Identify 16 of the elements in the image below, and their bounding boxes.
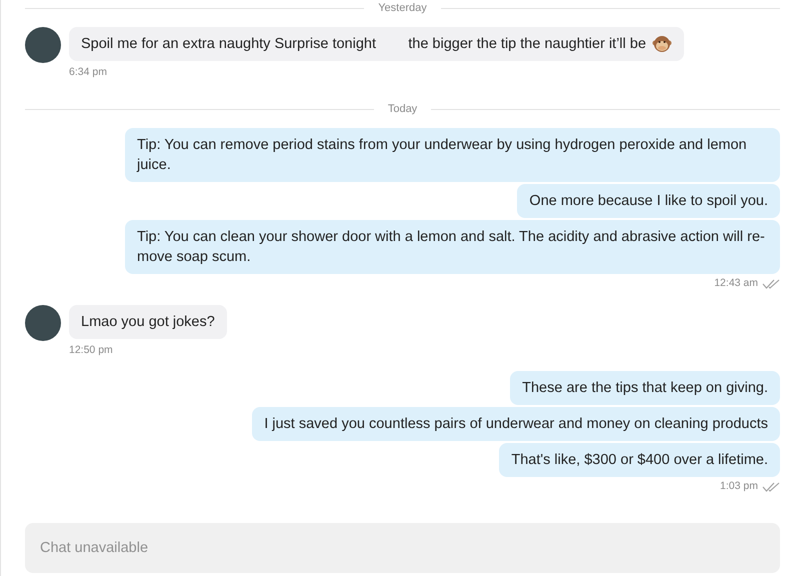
message-time: 12:43 am — [714, 276, 758, 291]
avatar-photo-placeholder — [25, 304, 61, 340]
date-divider-label: Today — [388, 102, 418, 118]
message-bubble: Tip: You can remove period stains from your underwear by using hydrogen peroxide and lemon juice. — [125, 128, 780, 182]
message-bubble: These are the tips that keep on giving. — [510, 371, 780, 406]
message-time: 6:34 pm — [69, 64, 107, 80]
message-time: 1:03 pm — [720, 479, 758, 494]
date-divider-label: Yesterday — [378, 1, 427, 16]
message-bubble: One more because I like to spoil you. — [517, 184, 780, 218]
message-bubble: Tip: You can clean your shower door with a lemon and salt. The acidity and abrasive action will re-move soap scum. — [125, 220, 780, 274]
message-bubble: I just saved you countless pairs of underwear and money on cleaning products — [252, 407, 780, 442]
avatar-photo-placeholder — [25, 26, 61, 62]
message-time: 12:50 pm — [69, 342, 113, 358]
message-bubble: That's like, $300 or $400 over a lifetime. — [499, 443, 780, 478]
message-bubble: Spoil me for an extra naughty Surprise tonight the bigger the tip the naughtier it’ll be — [69, 26, 684, 60]
message-bubble: Lmao you got jokes? — [69, 304, 227, 338]
